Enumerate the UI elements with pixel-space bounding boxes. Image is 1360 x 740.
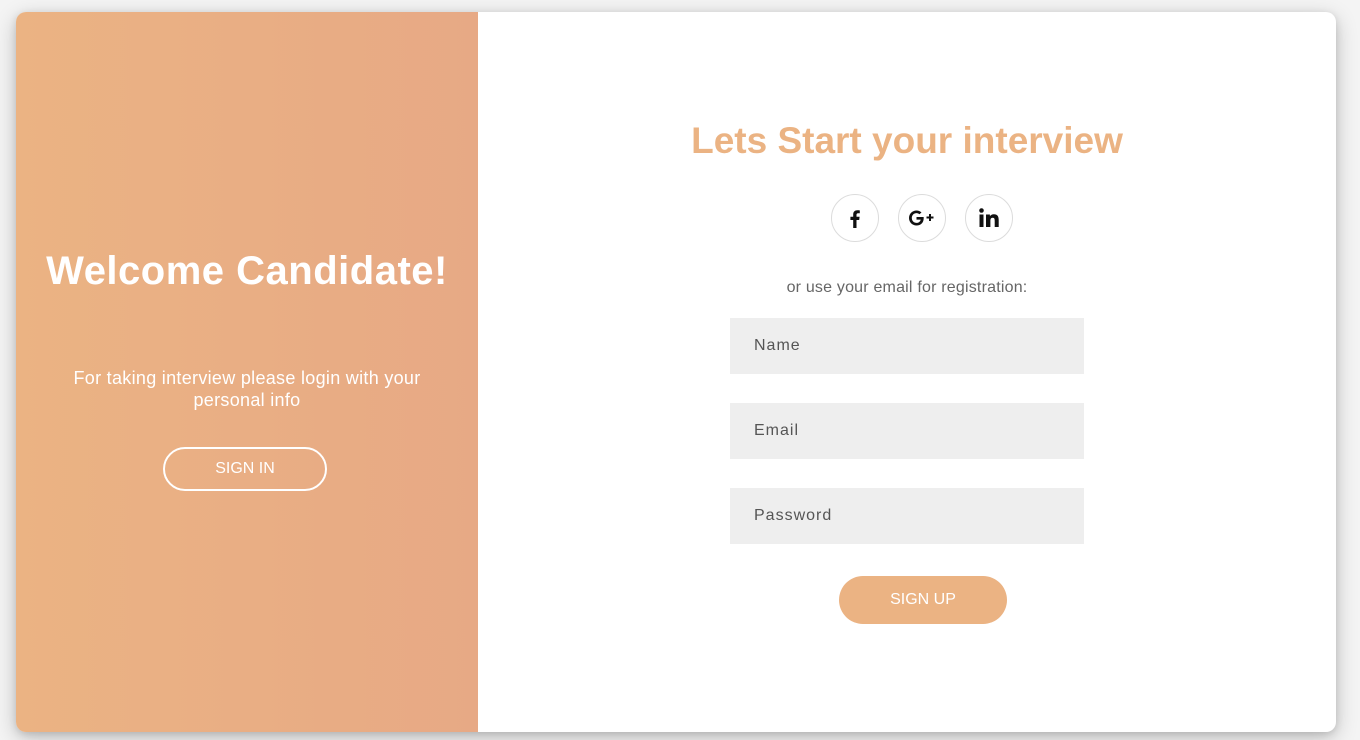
signup-panel: Lets Start your interview or use your em… <box>478 12 1336 732</box>
auth-card: Welcome Candidate! For taking interview … <box>16 12 1336 732</box>
google-plus-icon <box>909 210 934 226</box>
facebook-icon <box>850 210 860 228</box>
welcome-text: For taking interview please login with y… <box>73 368 421 410</box>
registration-hint: or use your email for registration: <box>786 279 1028 296</box>
sign-up-button[interactable]: SIGN UP <box>839 576 1007 624</box>
welcome-title: Welcome Candidate! <box>46 249 448 293</box>
linkedin-icon <box>979 208 999 227</box>
sign-in-button[interactable]: SIGN IN <box>163 447 327 491</box>
facebook-button[interactable] <box>831 194 879 242</box>
email-input[interactable] <box>730 403 1084 459</box>
google-plus-button[interactable] <box>898 194 946 242</box>
linkedin-button[interactable] <box>965 194 1013 242</box>
welcome-panel: Welcome Candidate! For taking interview … <box>16 12 478 732</box>
password-input[interactable] <box>730 488 1084 544</box>
signup-title: Lets Start your interview <box>691 120 1123 161</box>
name-input[interactable] <box>730 318 1084 374</box>
